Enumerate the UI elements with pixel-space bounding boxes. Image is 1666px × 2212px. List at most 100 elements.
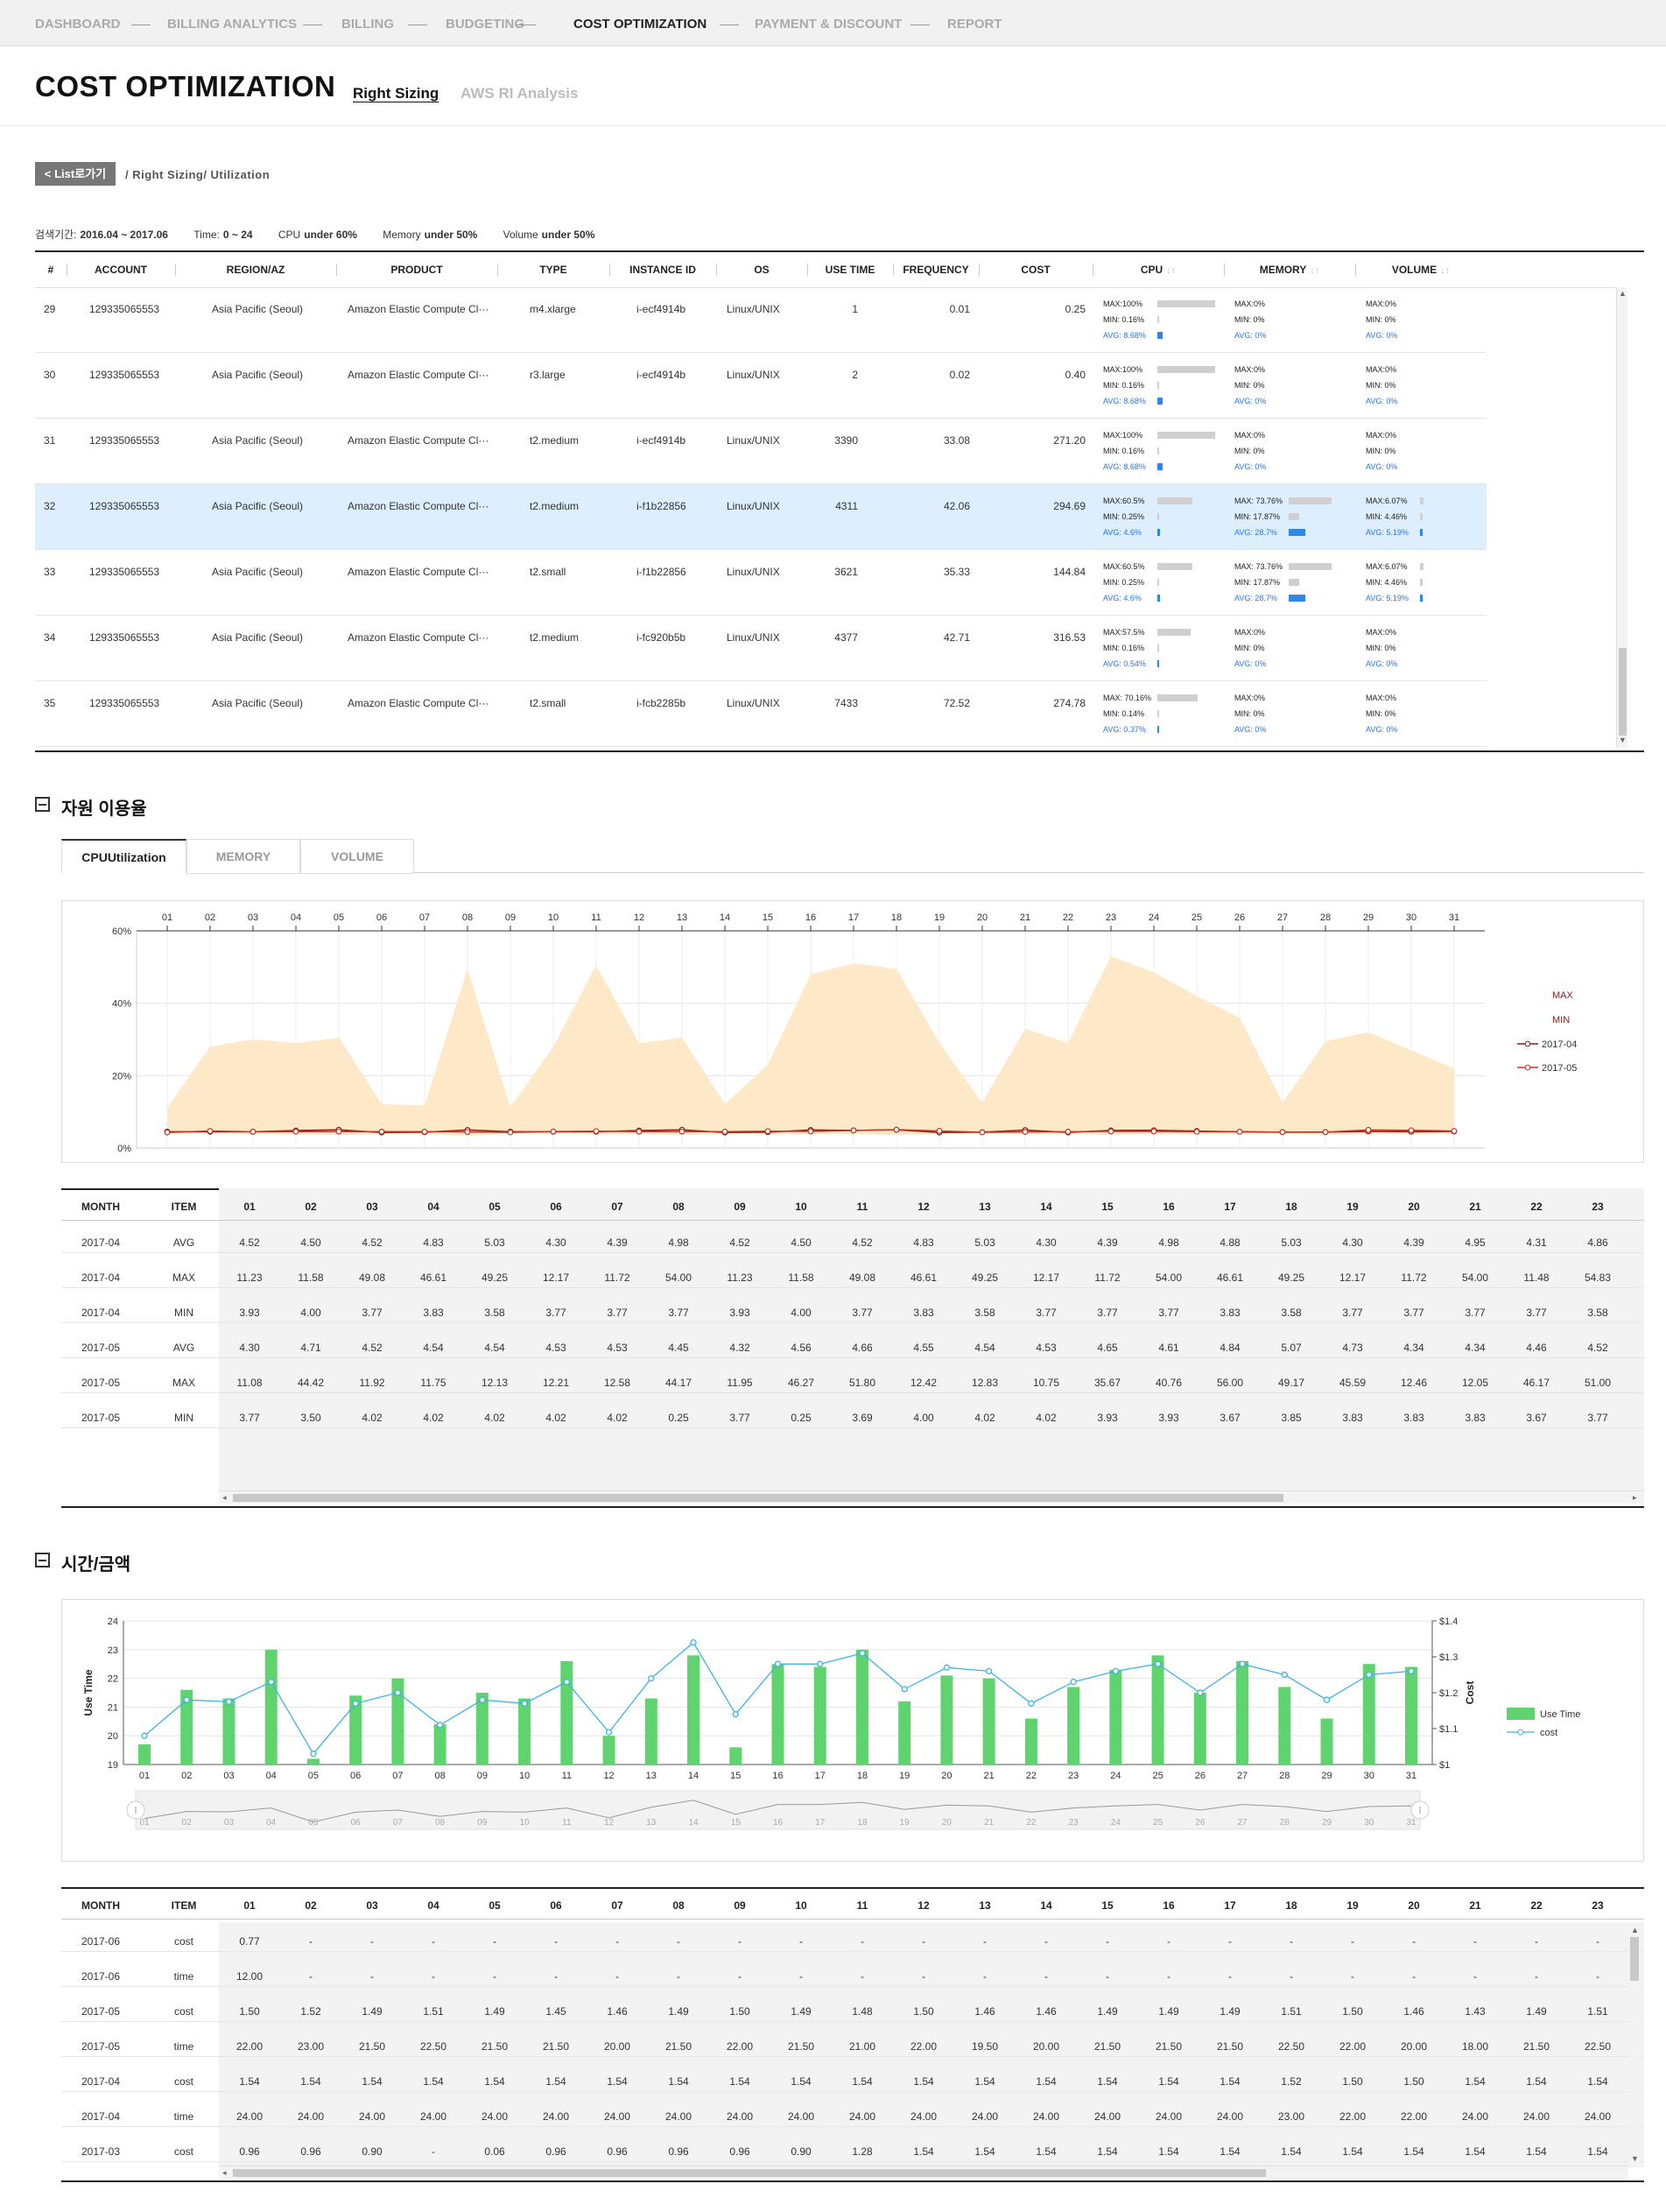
column-header-month: MONTH [81, 1899, 120, 1912]
table-cell: 1.54 [913, 2145, 934, 2158]
nav-item-report[interactable]: REPORT [947, 17, 1002, 32]
table-row[interactable]: 31 129335065553 Asia Pacific (Seoul) Amazon… [35, 419, 1487, 484]
table-cell: 1.51 [1587, 2005, 1608, 2018]
table-row[interactable]: 30 129335065553 Asia Pacific (Seoul) Amazon… [35, 353, 1487, 419]
table-row[interactable]: 34 129335065553 Asia Pacific (Seoul) Amazon… [35, 616, 1487, 681]
table-cell: 46.27 [787, 1377, 815, 1389]
table-cell: - [370, 1970, 374, 1983]
scrollbar-thumb[interactable] [233, 2169, 1266, 2177]
nav-item-dashboard[interactable]: DASHBOARD [35, 17, 121, 32]
cpu-avg-bar [1157, 332, 1163, 339]
nav-item-budgeting[interactable]: BUDGETING [446, 17, 524, 32]
use-time: 4377 [834, 631, 858, 644]
data-point [1107, 1128, 1114, 1135]
header-label: MEMORY [1259, 264, 1307, 276]
region: Asia Pacific (Seoul) [212, 500, 304, 512]
volume-avg-label: AVG: 0% [1366, 659, 1398, 668]
sort-icon[interactable]: ↓↑ [1310, 265, 1319, 276]
usage-table-hscrollbar[interactable]: ◂ ▸ [219, 1490, 1644, 1504]
memory-max-bar [1289, 497, 1332, 504]
column-header-06: 06 [550, 1899, 562, 1912]
table-cell: 1.54 [729, 2075, 750, 2088]
data-point [1451, 1128, 1458, 1134]
table-cell: 2017-05 [81, 1412, 121, 1424]
column-header-cpu[interactable]: CPU ↓↑ [1093, 264, 1224, 276]
cpu-max-bar [1157, 300, 1215, 307]
table-cell: 3.77 [729, 1412, 750, 1424]
scroll-down-arrow[interactable]: ▼ [1619, 736, 1627, 744]
data-point [1193, 1129, 1200, 1135]
cpu-max-label: MAX:100% [1103, 431, 1143, 440]
cost-table-vscrollbar[interactable]: ▲ ▼ [1628, 1925, 1641, 2166]
table-cell: 4.88 [1220, 1236, 1241, 1249]
collapse-icon[interactable] [35, 797, 50, 812]
table-cell: 1.54 [1587, 2145, 1608, 2158]
data-point [1279, 1129, 1286, 1136]
bar-use-time [1236, 1660, 1249, 1765]
collapse-icon[interactable] [35, 1553, 50, 1567]
instance-type: m4.xlarge [530, 303, 576, 315]
tab-cpu-utilization[interactable]: CPUUtilization [61, 839, 186, 874]
scrollbar-thumb[interactable] [233, 1494, 1283, 1502]
table-cell: - [1351, 1935, 1354, 1948]
tab-aws-ri-analysis[interactable]: AWS RI Analysis [460, 85, 578, 102]
x-tick-label: 06 [376, 912, 387, 923]
x-tick-label: 20 [941, 1771, 952, 1781]
scroll-left-arrow[interactable]: ◂ [222, 2168, 227, 2178]
scroll-up-arrow[interactable]: ▲ [1631, 1926, 1639, 1934]
memory-min-label: MIN: 17.87% [1234, 512, 1281, 521]
scroll-right-arrow[interactable]: ▸ [1633, 1493, 1637, 1503]
x-tick-label: 02 [181, 1771, 192, 1781]
os: Linux/UNIX [727, 369, 780, 381]
tab-right-sizing[interactable]: Right Sizing [353, 85, 439, 102]
table-row[interactable]: 33 129335065553 Asia Pacific (Seoul) Amazon… [35, 550, 1487, 616]
table-cell: 18.00 [1461, 2040, 1489, 2053]
sort-icon[interactable]: ↓↑ [1166, 265, 1176, 276]
bar-use-time [855, 1649, 868, 1765]
table-cell: MAX [172, 1377, 195, 1389]
column-header-memory[interactable]: MEMORY ↓↑ [1224, 264, 1355, 276]
divider [0, 125, 1666, 126]
table-cell: 23.00 [1277, 2110, 1305, 2123]
nav-item-billing-analytics[interactable]: BILLING ANALYTICS [167, 17, 297, 32]
cost-point [352, 1700, 359, 1707]
scroll-up-arrow[interactable]: ▲ [1619, 289, 1627, 298]
table-row[interactable]: 29 129335065553 Asia Pacific (Seoul) Amazon… [35, 287, 1487, 353]
column-header-volume[interactable]: VOLUME ↓↑ [1355, 264, 1487, 276]
column-header-10: 10 [795, 1201, 807, 1213]
nav-item-payment-discount[interactable]: PAYMENT & DISCOUNT [755, 17, 902, 32]
instance-table-scrollbar[interactable]: ▲ ▼ [1616, 287, 1627, 748]
tab-volume[interactable]: VOLUME [300, 839, 414, 874]
table-cell: 3.83 [1465, 1412, 1486, 1424]
nav-item-cost-optimization[interactable]: COST OPTIMIZATION [573, 17, 706, 32]
table-cell: 1.49 [1158, 2005, 1179, 2018]
column-header-07: 07 [611, 1201, 623, 1213]
column-header-type: TYPE [497, 264, 609, 276]
scrollbar-thumb[interactable] [1619, 648, 1627, 736]
back-to-list-button[interactable]: < List로가기 [35, 162, 116, 186]
table-row[interactable]: 35 129335065553 Asia Pacific (Seoul) Amazon… [35, 681, 1487, 747]
x-tick-label: 31 [1406, 1771, 1416, 1781]
nav-item-billing[interactable]: BILLING [341, 17, 394, 32]
tab-memory[interactable]: MEMORY [186, 839, 300, 874]
data-point [936, 1128, 943, 1134]
x-tick-label: 03 [223, 1771, 234, 1781]
x-tick-label: 27 [1237, 1771, 1248, 1781]
volume-avg-label: AVG: 0% [1366, 397, 1398, 405]
y-tick-label: 22 [108, 1674, 118, 1685]
cost-table-hscrollbar[interactable]: ◂ [219, 2166, 1628, 2179]
scroll-left-arrow[interactable]: ◂ [222, 1493, 227, 1503]
bar-use-time [306, 1758, 320, 1765]
sort-icon[interactable]: ↓↑ [1440, 265, 1450, 276]
row-number: 33 [44, 566, 56, 578]
scrollbar-thumb[interactable] [1630, 1937, 1639, 1981]
navigator-tick-label: 10 [520, 1818, 531, 1828]
scroll-down-arrow[interactable]: ▼ [1631, 2154, 1639, 2163]
cost-point [479, 1696, 486, 1703]
table-cell: 24.00 [1522, 2110, 1550, 2123]
use-time: 7433 [834, 697, 858, 709]
y2-axis-label: Cost [1464, 1681, 1476, 1705]
table-cell: 0.96 [729, 2145, 750, 2158]
header-label: ACCOUNT [95, 264, 147, 276]
table-row[interactable]: 32 129335065553 Asia Pacific (Seoul) Amazon… [35, 484, 1487, 550]
